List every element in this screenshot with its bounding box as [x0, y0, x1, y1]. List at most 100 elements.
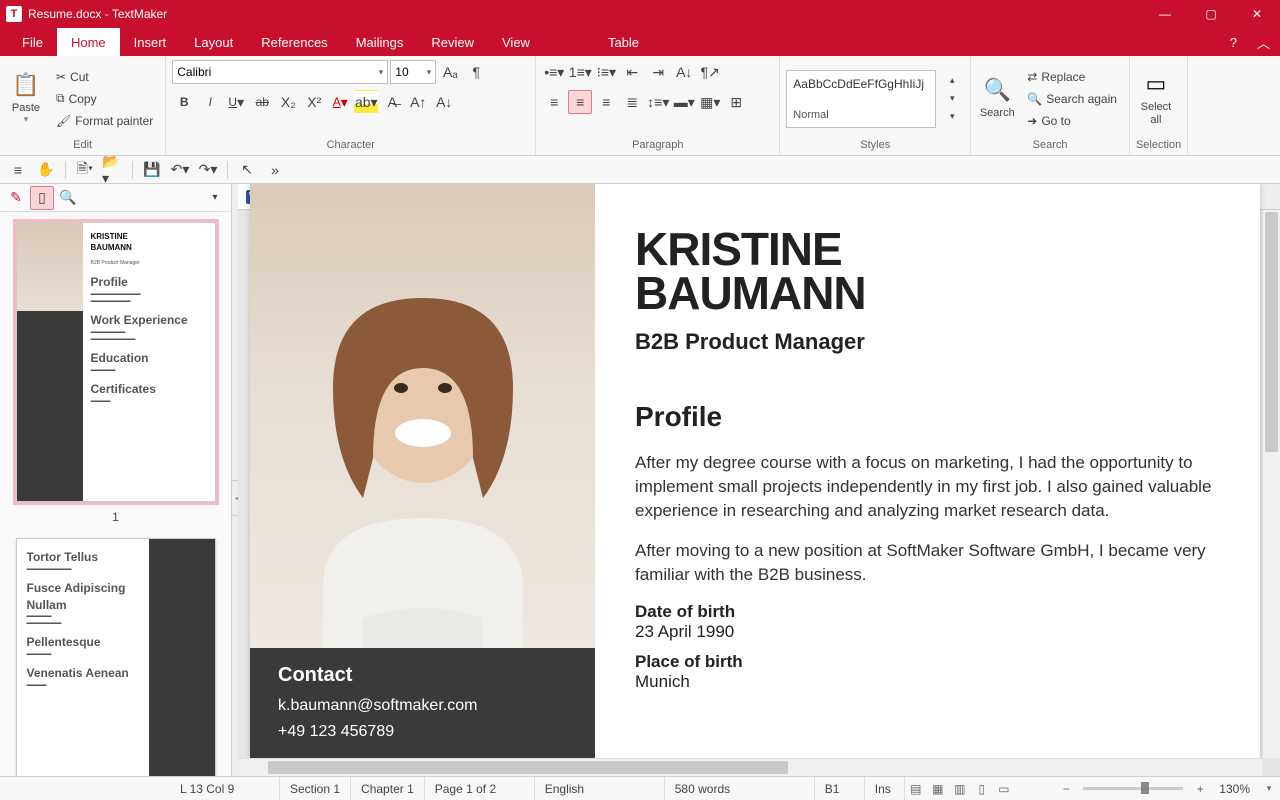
highlight-button[interactable]: ab▾: [354, 90, 378, 114]
search-again-button[interactable]: 🔍Search again: [1021, 89, 1123, 109]
underline-button[interactable]: U▾: [224, 90, 248, 114]
clear-format-button[interactable]: A̶: [380, 90, 404, 114]
status-chapter[interactable]: Chapter 1: [351, 777, 425, 800]
paragraph-dialog-button[interactable]: ¶↗: [698, 60, 722, 84]
tab-mailings[interactable]: Mailings: [342, 28, 418, 56]
styles-scroll-down[interactable]: ▾: [940, 90, 964, 108]
font-size-combo[interactable]: 10▾: [390, 60, 436, 84]
qt-save[interactable]: 💾: [140, 158, 164, 182]
strikethrough-button[interactable]: ab: [250, 90, 274, 114]
view-book-icon[interactable]: ▭: [993, 778, 1015, 800]
zoom-menu-icon[interactable]: ▾: [1258, 778, 1280, 800]
zoom-slider[interactable]: [1083, 787, 1183, 790]
contact-heading: Contact: [278, 664, 567, 687]
vertical-scrollbar[interactable]: [1262, 210, 1280, 758]
status-language[interactable]: English: [535, 777, 665, 800]
format-painter-button[interactable]: 🖌Format painter: [50, 111, 159, 131]
tab-view[interactable]: View: [488, 28, 544, 56]
status-section[interactable]: Section 1: [280, 777, 351, 800]
align-right-button[interactable]: ≡: [594, 90, 618, 114]
goto-button[interactable]: ➜Go to: [1021, 111, 1123, 131]
qt-new[interactable]: 🗎▾: [73, 158, 97, 182]
group-label-paragraph: Paragraph: [542, 137, 773, 155]
status-ins[interactable]: Ins: [865, 777, 905, 800]
thumbnail-page-1[interactable]: KRISTINEBAUMANNB2B Product ManagerProfil…: [16, 222, 216, 502]
bold-button[interactable]: B: [172, 90, 196, 114]
shading-button[interactable]: ▬▾: [672, 90, 696, 114]
line-spacing-button[interactable]: ↕≡▾: [646, 90, 670, 114]
view-normal-icon[interactable]: ▤: [905, 778, 927, 800]
status-b1[interactable]: B1: [815, 777, 865, 800]
tab-review[interactable]: Review: [417, 28, 488, 56]
view-continuous-icon[interactable]: ▥: [949, 778, 971, 800]
view-outline-icon[interactable]: ▯: [971, 778, 993, 800]
group-label-search: Search: [977, 137, 1123, 155]
italic-button[interactable]: I: [198, 90, 222, 114]
collapse-ribbon-button[interactable]: ︿: [1247, 28, 1280, 56]
font-color-button[interactable]: A▾: [328, 90, 352, 114]
shrink-font-button[interactable]: A↓: [432, 90, 456, 114]
pob-label: Place of birth: [635, 652, 1220, 672]
qt-outline[interactable]: ≡: [6, 158, 30, 182]
qt-pointer[interactable]: ↖: [235, 158, 259, 182]
sort-button[interactable]: A↓: [672, 60, 696, 84]
qt-hand[interactable]: ✋: [34, 158, 58, 182]
side-menu-icon[interactable]: ▾: [203, 186, 227, 210]
select-all-button[interactable]: ▭ Select all: [1136, 67, 1176, 131]
tab-file[interactable]: File: [8, 28, 57, 56]
status-page[interactable]: Page 1 of 2: [425, 777, 535, 800]
tab-references[interactable]: References: [247, 28, 341, 56]
number-list-button[interactable]: 1≡▾: [568, 60, 592, 84]
tab-table[interactable]: Table: [594, 28, 653, 56]
zoom-in-button[interactable]: +: [1189, 778, 1211, 800]
style-normal[interactable]: AaBbCcDdEeFfGgHhIiJj Normal: [786, 70, 936, 128]
thumbnails-list[interactable]: KRISTINEBAUMANNB2B Product ManagerProfil…: [0, 212, 231, 776]
paste-button[interactable]: 📋 Paste ▾: [6, 67, 46, 131]
cut-button[interactable]: ✂Cut: [50, 67, 159, 87]
zoom-out-button[interactable]: −: [1055, 778, 1077, 800]
minimize-button[interactable]: —: [1142, 0, 1188, 28]
tab-home[interactable]: Home: [57, 28, 120, 56]
status-position[interactable]: L 13 Col 9: [170, 777, 280, 800]
superscript-button[interactable]: X²: [302, 90, 326, 114]
align-center-button[interactable]: ≡: [568, 90, 592, 114]
replace-button[interactable]: ⇄Replace: [1021, 67, 1123, 87]
side-search-icon[interactable]: 🔍: [56, 186, 80, 210]
tab-insert[interactable]: Insert: [120, 28, 181, 56]
maximize-button[interactable]: ▢: [1188, 0, 1234, 28]
qt-more[interactable]: »: [263, 158, 287, 182]
bullet-list-button[interactable]: •≡▾: [542, 60, 566, 84]
side-pen-icon[interactable]: ✎: [4, 186, 28, 210]
side-thumbs-icon[interactable]: ▯: [30, 186, 54, 210]
ribbon: 📋 Paste ▾ ✂Cut ⧉Copy 🖌Format painter Edi…: [0, 56, 1280, 156]
tab-layout[interactable]: Layout: [180, 28, 247, 56]
subscript-button[interactable]: X₂: [276, 90, 300, 114]
align-left-button[interactable]: ≡: [542, 90, 566, 114]
qt-redo[interactable]: ↷▾: [196, 158, 220, 182]
status-words[interactable]: 580 words: [665, 777, 815, 800]
help-button[interactable]: ?: [1220, 28, 1247, 56]
copy-button[interactable]: ⧉Copy: [50, 89, 159, 109]
zoom-value[interactable]: 130%: [1211, 782, 1258, 796]
grow-font-button[interactable]: A↑: [406, 90, 430, 114]
styles-scroll-up[interactable]: ▴: [940, 72, 964, 90]
close-button[interactable]: ✕: [1234, 0, 1280, 28]
document-page[interactable]: Contact k.baumann@softmaker.com +49 123 …: [250, 184, 1260, 758]
qt-open[interactable]: 📂▾: [101, 158, 125, 182]
decrease-indent-button[interactable]: ⇤: [620, 60, 644, 84]
borders-button[interactable]: ▦▾: [698, 90, 722, 114]
multilevel-list-button[interactable]: ⁝≡▾: [594, 60, 618, 84]
qt-undo[interactable]: ↶▾: [168, 158, 192, 182]
character-format-button[interactable]: Aₐ: [438, 60, 462, 84]
styles-expand[interactable]: ▾: [940, 108, 964, 126]
horizontal-scrollbar[interactable]: [238, 758, 1262, 776]
view-master-icon[interactable]: ▦: [927, 778, 949, 800]
search-button[interactable]: 🔍 Search: [977, 67, 1017, 131]
font-combo[interactable]: Calibri▾: [172, 60, 388, 84]
document-area: Resume.docx× Steakhouse.docx× Recipe Pla…: [238, 184, 1280, 776]
tabs-button[interactable]: ⊞: [724, 90, 748, 114]
pilcrow-button[interactable]: ¶: [464, 60, 488, 84]
increase-indent-button[interactable]: ⇥: [646, 60, 670, 84]
justify-button[interactable]: ≣: [620, 90, 644, 114]
thumbnail-page-2[interactable]: Tortor Tellus▬▬▬▬▬▬▬▬▬Fusce Adipiscing N…: [16, 538, 216, 776]
